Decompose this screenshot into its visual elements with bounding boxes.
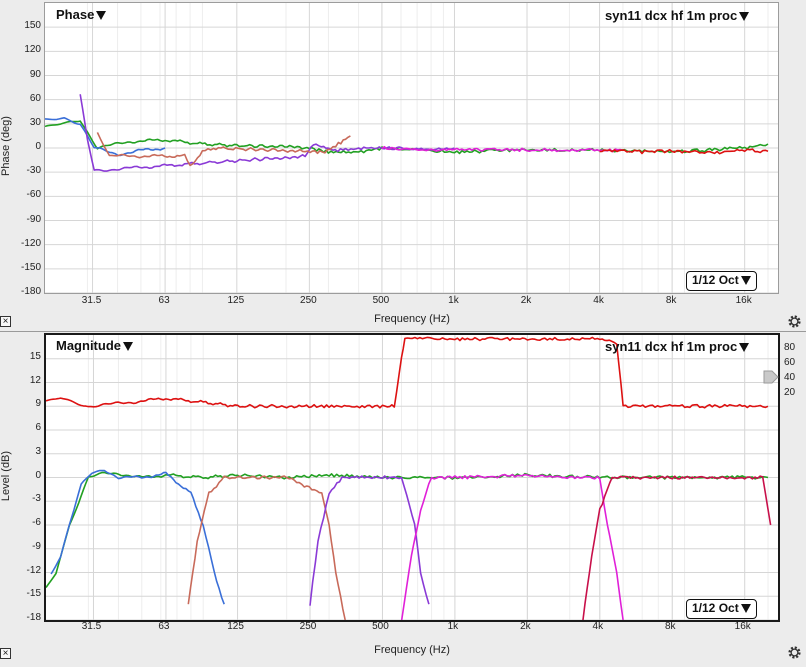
slider-handle-icon: [763, 370, 779, 384]
phase-x-tick-label: 125: [227, 295, 245, 306]
magnitude-y-tick-label: -15: [26, 588, 41, 600]
magnitude-right-tick-label: 40: [784, 372, 796, 383]
magnitude-y-tick-label: 15: [29, 350, 41, 362]
magnitude-chart-svg: [46, 335, 778, 620]
magnitude-gear-icon[interactable]: [787, 645, 802, 660]
phase-plot-area[interactable]: [44, 2, 779, 294]
phase-trace-red: [599, 148, 769, 155]
magnitude-y-tick-label: 6: [35, 422, 41, 433]
magnitude-x-axis-label: Frequency (Hz): [374, 644, 450, 656]
magnitude-x-tick-label: 16k: [734, 621, 751, 632]
magnitude-x-tick-label: 63: [158, 621, 170, 632]
phase-trace-salmon: [96, 132, 351, 167]
magnitude-smoothing-text: 1/12 Oct: [692, 601, 739, 615]
phase-y-tick-label: -90: [26, 213, 41, 225]
magnitude-x-tick-label: 31.5: [81, 621, 102, 632]
chevron-down-icon: [740, 276, 751, 285]
phase-y-tick-label: 90: [29, 68, 41, 80]
phase-title-text: Phase: [56, 7, 95, 22]
phase-y-tick-label: -120: [20, 237, 41, 249]
phase-x-axis-label: Frequency (Hz): [374, 313, 450, 325]
magnitude-y-tick-label: 9: [35, 398, 41, 410]
phase-trace-purple: [79, 94, 455, 172]
magnitude-x-tick-label: 125: [227, 621, 244, 632]
phase-x-tick-label: 2k: [520, 295, 532, 306]
phase-gear-icon[interactable]: [787, 314, 802, 329]
phase-measurement-text: syn11 dcx hf 1m proc: [605, 8, 738, 23]
chevron-down-icon: [740, 604, 751, 613]
phase-y-tick-label: 150: [24, 20, 41, 32]
phase-y-tick-label: 120: [24, 44, 41, 56]
phase-x-tick-label: 500: [372, 295, 390, 306]
phase-x-tick-label: 63: [158, 295, 170, 306]
phase-y-axis-label: Phase (deg): [0, 116, 12, 176]
magnitude-right-tick-label: 60: [784, 357, 796, 368]
magnitude-trace-salmon: [187, 475, 346, 620]
magnitude-plot-area[interactable]: [44, 333, 780, 622]
phase-x-tick-label: 4k: [593, 295, 604, 306]
phase-graph-panel: 150 120 90 60 30 0 -30 -60 -90 -120 -150 -180 31.5 6…: [0, 0, 806, 332]
magnitude-y-tick-label: -6: [32, 517, 41, 528]
phase-smoothing-dropdown[interactable]: 1/12 Oct: [686, 271, 757, 291]
phase-measurement-dropdown[interactable]: syn11 dcx hf 1m proc: [605, 8, 750, 23]
magnitude-y-tick-label: -9: [32, 540, 41, 552]
phase-x-tick-label: 1k: [448, 295, 459, 306]
range-slider-handle[interactable]: [763, 370, 779, 384]
magnitude-title-text: Magnitude: [56, 338, 121, 353]
magnitude-x-tick-label: 250: [299, 621, 317, 632]
magnitude-x-tick-label: 4k: [592, 621, 604, 632]
phase-y-tick-label: 60: [29, 92, 41, 104]
magnitude-measurement-text: syn11 dcx hf 1m proc: [605, 339, 738, 354]
magnitude-close-icon[interactable]: ×: [0, 648, 11, 659]
magnitude-right-tick-label: 20: [784, 387, 796, 398]
magnitude-trace-magenta: [400, 473, 624, 620]
phase-x-tick-label: 16k: [735, 295, 752, 306]
magnitude-title-dropdown[interactable]: Magnitude: [56, 338, 133, 353]
magnitude-y-tick-label: -12: [26, 564, 41, 576]
chevron-down-icon: [96, 11, 107, 20]
magnitude-measurement-dropdown[interactable]: syn11 dcx hf 1m proc: [605, 339, 750, 354]
magnitude-graph-panel: 15 12 9 6 3 0 -3 -6 -9 -12 -15 -18 80 60 40 20 31.5 63 1…: [0, 332, 806, 667]
phase-x-tick-label: 31.5: [81, 295, 102, 306]
phase-y-tick-label: -60: [26, 189, 41, 201]
magnitude-y-tick-label: 12: [29, 374, 41, 386]
phase-title-dropdown[interactable]: Phase: [56, 7, 107, 22]
phase-x-tick-label: 250: [300, 295, 317, 306]
magnitude-x-tick-label: 1k: [447, 621, 459, 632]
magnitude-x-tick-label: 8k: [664, 621, 676, 632]
magnitude-smoothing-dropdown[interactable]: 1/12 Oct: [686, 599, 757, 619]
chevron-down-icon: [123, 342, 133, 351]
magnitude-x-tick-label: 2k: [520, 621, 531, 632]
phase-y-tick-label: -180: [20, 286, 41, 297]
phase-y-tick-label: -150: [20, 261, 41, 273]
phase-chart-svg: [45, 3, 778, 293]
magnitude-y-tick-label: -18: [26, 612, 41, 623]
magnitude-y-axis-label: Level (dB): [0, 450, 12, 502]
phase-x-tick-label: 8k: [665, 295, 677, 306]
phase-close-icon[interactable]: ×: [0, 316, 11, 327]
chevron-down-icon: [739, 12, 750, 21]
magnitude-trace-purple: [309, 475, 430, 606]
magnitude-x-tick-label: 500: [372, 621, 389, 632]
chevron-down-icon: [739, 343, 750, 352]
magnitude-right-tick-label: 80: [784, 342, 796, 353]
phase-smoothing-text: 1/12 Oct: [692, 273, 739, 287]
magnitude-trace-green: [46, 471, 769, 588]
